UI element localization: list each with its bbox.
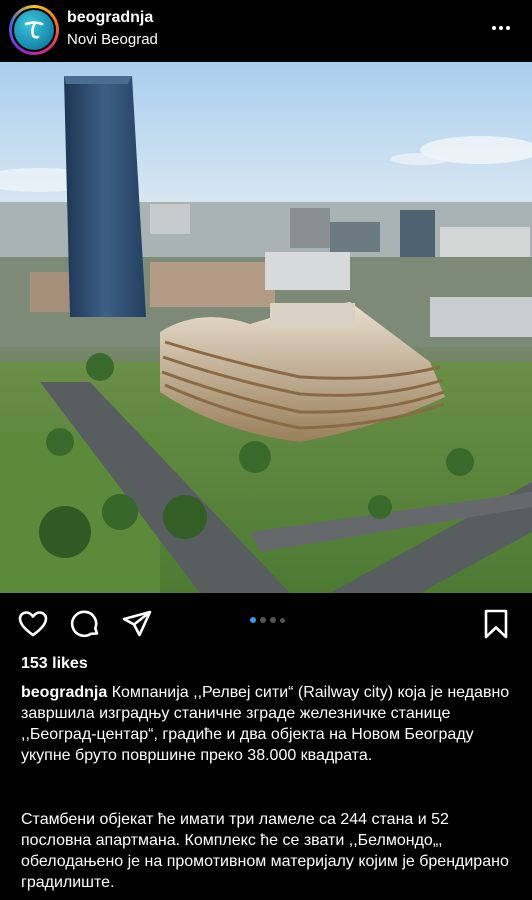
brand-logo-t-icon [14,10,54,50]
carousel-dot [260,617,266,623]
rendered-architecture-image [0,62,532,593]
caption-text-paragraph-2: Стамбени објекат ће имати три ламеле са … [21,811,514,891]
avatar[interactable] [9,5,59,55]
carousel-indicator [250,617,285,623]
paper-plane-icon[interactable] [121,608,153,640]
bookmark-outline-icon[interactable] [480,608,512,640]
post-caption: beogradnja Компанија ,,Релвеј сити“ (Rai… [21,682,515,766]
more-dot [499,26,503,30]
carousel-dot [270,617,276,623]
caption-username[interactable]: beogradnja [21,684,107,701]
likes-count[interactable]: 153 likes [21,655,88,673]
carousel-dot [280,617,285,623]
avatar-ring-gap [12,8,56,52]
heart-outline-icon[interactable] [17,608,49,640]
post-username[interactable]: beogradnja [67,9,153,27]
more-dot [506,26,510,30]
more-dot [492,26,496,30]
post-location[interactable]: Novi Beograd [67,31,158,48]
carousel-dot-active [250,617,256,623]
more-horizontal-icon[interactable] [486,16,516,40]
post-header: beogradnja Novi Beograd [0,0,532,62]
comment-bubble-icon[interactable] [69,608,101,640]
post-photo[interactable] [0,62,532,593]
